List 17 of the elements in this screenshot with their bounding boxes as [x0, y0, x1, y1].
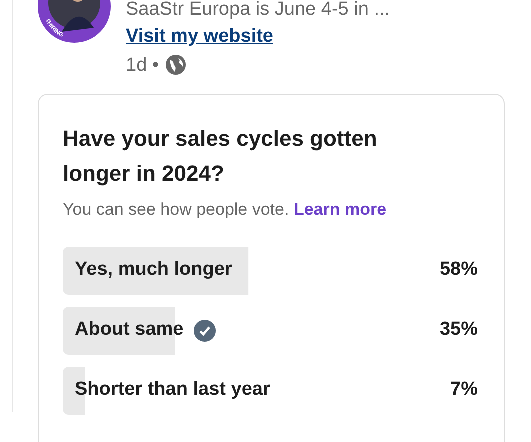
option-percent: 58%	[440, 258, 478, 282]
option-percent: 7%	[450, 378, 478, 402]
option-label: Yes, much longer	[75, 258, 232, 282]
check-icon	[194, 320, 216, 342]
option-label: About same	[75, 318, 184, 342]
globe-icon	[165, 54, 188, 76]
poll-option[interactable]: About same 35%	[63, 306, 478, 354]
headline-text: SaaStr Europa is June 4-5 in ...	[126, 0, 390, 19]
post-age: 1d •	[126, 56, 160, 74]
website-link[interactable]: Visit my website	[126, 26, 274, 47]
poll-option[interactable]: Shorter than last year 7%	[63, 366, 478, 414]
option-percent: 35%	[440, 318, 478, 342]
poll-note: You can see how people vote. Learn more	[63, 199, 388, 221]
poll-question: Have your sales cycles gotten longer in 2024?	[63, 125, 378, 188]
option-label: Shorter than last year	[75, 378, 270, 402]
poll-option[interactable]: Yes, much longer 58%	[63, 246, 478, 294]
learn-more-link[interactable]: Learn more	[294, 200, 387, 219]
